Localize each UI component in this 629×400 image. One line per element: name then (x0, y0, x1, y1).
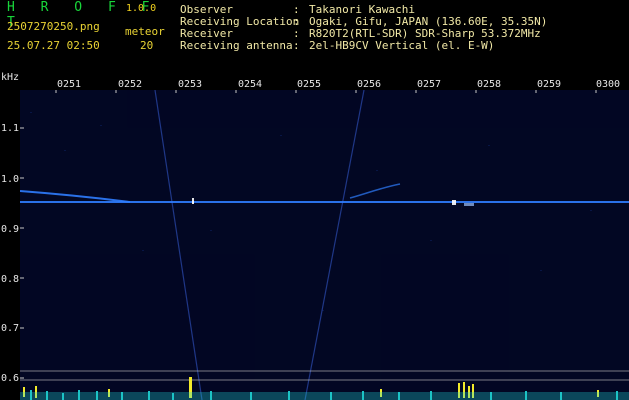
x-tick-label: 0251 (57, 79, 82, 90)
y-tick-label: 0.8 (1, 274, 20, 285)
meteor-label: meteor (125, 25, 165, 38)
y-tick-label: 0.7 (1, 323, 20, 334)
station-info: Observer: Takanori Kawachi Receiving Loc… (180, 4, 547, 52)
file-name: 2507270250.png (7, 20, 100, 33)
brand-version: 1.0.0 (126, 3, 157, 14)
y-tick-label: 0.9 (1, 224, 20, 235)
y-tick-label: 1.0 (1, 174, 20, 185)
info-key: Receiving antenna (180, 39, 293, 52)
y-tick-label: 1.1 (1, 123, 20, 134)
meteor-count: 20 (140, 39, 154, 52)
noise-texture (20, 90, 629, 400)
datetime: 25.07.27 02:50 (7, 39, 100, 52)
info-antenna: Receiving antenna: 2el-HB9CV Vertical (e… (180, 40, 547, 52)
info-sep: : (293, 39, 300, 52)
y-axis-unit: kHz (1, 72, 20, 83)
x-tick-label: 0253 (178, 79, 203, 90)
y-tick-label: 0.6 (1, 373, 20, 384)
x-tick-label: 0252 (118, 79, 143, 90)
x-tick-label: 0254 (238, 79, 263, 90)
x-tick-label: 0300 (596, 79, 621, 90)
spectrogram-svg (20, 90, 629, 400)
header-left: H R O F F T 1.0.0 2507270250.png meteor … (0, 0, 170, 58)
x-tick-label: 0259 (537, 79, 562, 90)
spectrogram-plot (20, 90, 629, 400)
x-tick-label: 0258 (477, 79, 502, 90)
x-tick-label: 0256 (357, 79, 382, 90)
x-tick-label: 0255 (297, 79, 322, 90)
info-value: 2el-HB9CV Vertical (el. E-W) (309, 39, 495, 52)
x-tick-label: 0257 (417, 79, 442, 90)
